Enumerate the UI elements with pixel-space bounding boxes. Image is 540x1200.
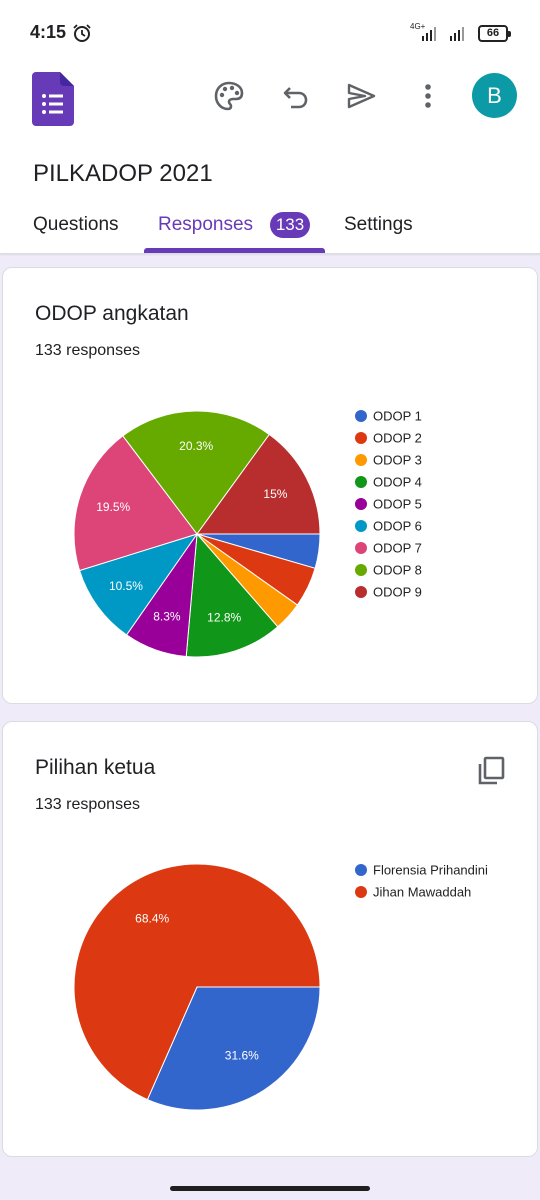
legend-label: Jihan Mawaddah	[373, 885, 471, 900]
active-tab-indicator	[144, 248, 325, 253]
legend-label: ODOP 9	[373, 585, 422, 600]
legend-swatch	[355, 498, 367, 510]
legend-label: ODOP 8	[373, 563, 422, 578]
tab-questions[interactable]: Questions	[33, 214, 119, 236]
status-bar: 4:15 4G+ 66	[0, 0, 540, 60]
legend-swatch	[355, 886, 367, 898]
network-label: 4G+	[410, 22, 426, 31]
legend-label: ODOP 1	[373, 409, 422, 424]
tab-responses[interactable]: Responses	[158, 214, 253, 236]
signal-icon: 4G+	[410, 22, 464, 41]
battery-indicator: 66	[478, 25, 511, 42]
slice-percent-label: 10.5%	[109, 579, 143, 593]
legend-swatch	[355, 564, 367, 576]
slice-percent-label: 15%	[263, 487, 287, 501]
legend-label: ODOP 2	[373, 431, 422, 446]
pie-chart: 31.6% 68.4% Florensia Prihandini Jihan Mawa…	[73, 863, 488, 1111]
responses-count-badge: 133	[270, 212, 310, 238]
legend-swatch	[355, 454, 367, 466]
slice-percent-label: 20.3%	[179, 439, 213, 453]
legend-label: ODOP 7	[373, 541, 422, 556]
legend-label: ODOP 4	[373, 475, 422, 490]
legend-swatch	[355, 476, 367, 488]
account-avatar[interactable]: B	[472, 73, 517, 118]
legend-swatch	[355, 410, 367, 422]
slice-percent-label: 8.3%	[153, 610, 181, 624]
forms-logo-icon[interactable]	[32, 72, 74, 126]
question-summary-card: Pilihan ketua 133 responses 31.6% 68.4% Fl…	[2, 721, 538, 1157]
legend-swatch	[355, 586, 367, 598]
send-icon[interactable]	[345, 80, 377, 112]
tab-settings[interactable]: Settings	[344, 214, 413, 236]
legend-swatch	[355, 520, 367, 532]
question-summary-card: ODOP angkatan 133 responses 12.8% 8.3% 10.…	[2, 267, 538, 704]
status-time: 4:15	[30, 22, 67, 42]
legend-label: ODOP 3	[373, 453, 422, 468]
legend-label: ODOP 5	[373, 497, 422, 512]
tab-bar: Questions Responses 133 Settings	[0, 208, 540, 254]
legend-swatch	[355, 432, 367, 444]
legend-swatch	[355, 542, 367, 554]
undo-icon[interactable]	[280, 80, 312, 112]
legend-swatch	[355, 864, 367, 876]
more-vert-icon[interactable]	[412, 80, 444, 112]
legend-label: Florensia Prihandini	[373, 863, 488, 878]
slice-percent-label: 68.4%	[135, 911, 169, 925]
slice-percent-label: 31.6%	[225, 1049, 259, 1063]
legend-label: ODOP 6	[373, 519, 422, 534]
app-header: B PILKADOP 2021 Questions Responses 133 …	[0, 60, 540, 254]
slice-percent-label: 12.8%	[207, 611, 241, 625]
pie-chart: 12.8% 8.3% 10.5% 19.5% 20.3% 15% ODOP 1 ODOP 2 O…	[73, 409, 422, 658]
gesture-nav-bar[interactable]	[170, 1186, 370, 1191]
slice-percent-label: 19.5%	[96, 500, 130, 514]
palette-icon[interactable]	[213, 80, 245, 112]
alarm-icon	[73, 24, 91, 42]
form-title: PILKADOP 2021	[33, 160, 213, 187]
